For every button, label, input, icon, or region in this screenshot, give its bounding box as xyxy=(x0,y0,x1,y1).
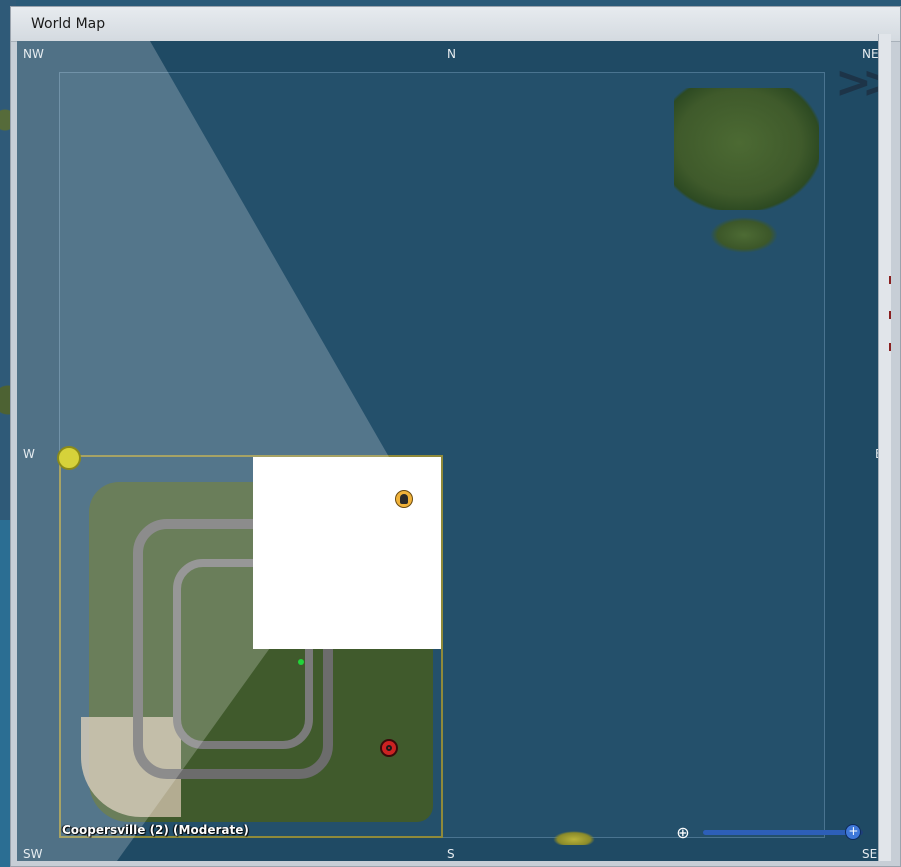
window-title: World Map xyxy=(31,16,106,32)
side-panel-marker xyxy=(889,276,891,284)
compass-w-label: W xyxy=(23,447,35,461)
title-bar[interactable]: World Map xyxy=(11,7,900,42)
region-name-label: Coopersville (2) (Moderate) xyxy=(62,823,249,837)
side-panel-marker xyxy=(889,343,891,351)
island-northeast xyxy=(674,88,819,210)
avatar-marker-icon[interactable] xyxy=(395,490,413,508)
telehub-icon[interactable] xyxy=(380,739,398,757)
compass-s-label: S xyxy=(447,847,455,861)
side-panel-edge xyxy=(878,34,891,861)
zoom-slider[interactable]: + xyxy=(703,824,863,840)
compass-n-label: N xyxy=(447,47,456,61)
zoom-slider-fill xyxy=(703,830,854,835)
compass-se-label: SE xyxy=(862,847,878,861)
avatar-dot[interactable] xyxy=(298,659,304,665)
compass-nw-label: NW xyxy=(23,47,44,61)
island-small xyxy=(710,217,778,253)
unloaded-tile xyxy=(253,457,441,649)
island-south-edge xyxy=(553,831,595,845)
map-viewport[interactable]: NW N NE W E SW S SE >> Coopersville (2) … xyxy=(17,41,888,861)
infohub-marker[interactable] xyxy=(57,446,81,470)
zoom-slider-thumb[interactable]: + xyxy=(845,824,862,840)
region-coopersville[interactable] xyxy=(59,455,443,838)
side-panel-marker xyxy=(889,311,891,319)
zoom-in-icon[interactable]: ⊕ xyxy=(674,824,692,842)
compass-sw-label: SW xyxy=(23,847,43,861)
